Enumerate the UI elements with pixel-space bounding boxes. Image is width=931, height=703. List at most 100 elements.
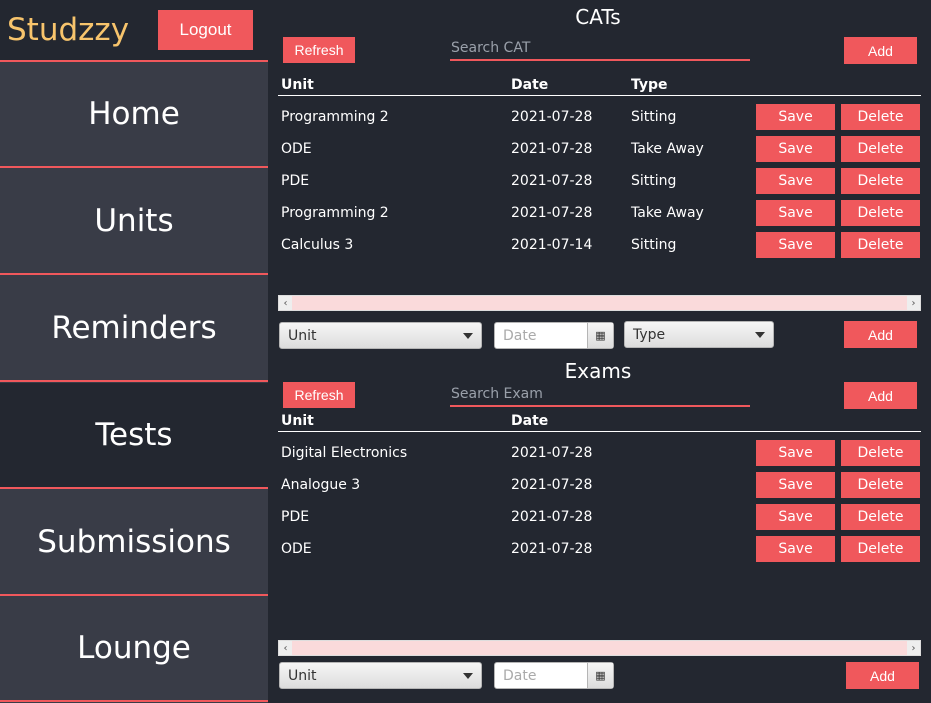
table-row[interactable]: ODE 2021-07-28 Take Away Save Delete <box>278 134 921 166</box>
cell-date: 2021-07-28 <box>511 541 593 557</box>
cell-type: Take Away <box>631 141 704 157</box>
cell-date: 2021-07-14 <box>511 237 593 253</box>
exams-horizontal-scrollbar[interactable]: ‹ › <box>278 640 921 656</box>
sidebar: Studzzy Logout Home Units Reminders Test… <box>0 0 268 703</box>
save-button[interactable]: Save <box>756 472 835 498</box>
table-row[interactable]: Programming 2 2021-07-28 Sitting Save De… <box>278 102 921 134</box>
delete-button[interactable]: Delete <box>841 232 920 258</box>
logout-button[interactable]: Logout <box>158 10 253 50</box>
exams-add-button[interactable]: Add <box>844 382 917 409</box>
cats-table: Unit Date Type Programming 2 2021-07-28 … <box>278 75 921 262</box>
save-button[interactable]: Save <box>756 104 835 130</box>
cell-type: Sitting <box>631 173 677 189</box>
exams-table-header: Unit Date <box>278 411 921 432</box>
save-button[interactable]: Save <box>756 232 835 258</box>
table-row[interactable]: Programming 2 2021-07-28 Take Away Save … <box>278 198 921 230</box>
cats-date-field[interactable]: Date ▦ <box>494 322 614 349</box>
cats-unit-select-value: Unit <box>288 327 317 344</box>
save-button[interactable]: Save <box>756 200 835 226</box>
cell-date: 2021-07-28 <box>511 205 593 221</box>
cats-refresh-button[interactable]: Refresh <box>283 37 355 63</box>
exams-unit-select[interactable]: Unit <box>279 662 482 689</box>
cats-type-select-value: Type <box>633 326 666 343</box>
cell-date: 2021-07-28 <box>511 445 593 461</box>
scroll-left-icon[interactable]: ‹ <box>279 641 292 655</box>
cell-unit: PDE <box>281 509 310 525</box>
sidebar-item-home[interactable]: Home <box>0 62 268 168</box>
cell-date: 2021-07-28 <box>511 477 593 493</box>
save-button[interactable]: Save <box>756 504 835 530</box>
table-row[interactable]: Analogue 3 2021-07-28 Save Delete <box>278 470 921 502</box>
cats-unit-select[interactable]: Unit <box>279 322 482 349</box>
calendar-icon[interactable]: ▦ <box>587 323 613 348</box>
delete-button[interactable]: Delete <box>841 104 920 130</box>
column-header-date[interactable]: Date <box>511 413 548 429</box>
cell-date: 2021-07-28 <box>511 509 593 525</box>
column-header-date[interactable]: Date <box>511 77 548 93</box>
exams-search-input[interactable]: Search Exam <box>450 383 750 407</box>
chevron-down-icon <box>755 332 765 338</box>
table-row[interactable]: PDE 2021-07-28 Sitting Save Delete <box>278 166 921 198</box>
cats-add-button[interactable]: Add <box>844 37 917 64</box>
cell-date: 2021-07-28 <box>511 141 593 157</box>
sidebar-item-reminders[interactable]: Reminders <box>0 276 268 382</box>
cats-form-add-button[interactable]: Add <box>844 321 917 348</box>
table-row[interactable]: Calculus 3 2021-07-14 Sitting Save Delet… <box>278 230 921 262</box>
delete-button[interactable]: Delete <box>841 504 920 530</box>
exams-table: Unit Date Digital Electronics 2021-07-28… <box>278 411 921 566</box>
scroll-left-icon[interactable]: ‹ <box>279 296 292 310</box>
exams-date-field[interactable]: Date ▦ <box>494 662 614 689</box>
chevron-down-icon <box>463 673 473 679</box>
calendar-icon[interactable]: ▦ <box>587 663 613 688</box>
cats-title: CATs <box>575 5 621 29</box>
delete-button[interactable]: Delete <box>841 440 920 466</box>
cats-horizontal-scrollbar[interactable]: ‹ › <box>278 295 921 311</box>
save-button[interactable]: Save <box>756 536 835 562</box>
save-button[interactable]: Save <box>756 136 835 162</box>
sidebar-item-units[interactable]: Units <box>0 169 268 275</box>
cell-unit: Programming 2 <box>281 109 389 125</box>
cell-date: 2021-07-28 <box>511 173 593 189</box>
app-window: Studzzy Logout Home Units Reminders Test… <box>0 0 931 703</box>
column-header-unit[interactable]: Unit <box>281 413 314 429</box>
cell-unit: Calculus 3 <box>281 237 354 253</box>
app-logo: Studzzy <box>7 12 130 48</box>
sidebar-header: Studzzy Logout <box>0 0 268 62</box>
exams-form-add-button[interactable]: Add <box>846 662 919 689</box>
cell-unit: Programming 2 <box>281 205 389 221</box>
cell-type: Sitting <box>631 237 677 253</box>
sidebar-item-tests[interactable]: Tests <box>0 383 268 489</box>
exams-title: Exams <box>564 359 632 383</box>
cats-table-header: Unit Date Type <box>278 75 921 96</box>
delete-button[interactable]: Delete <box>841 472 920 498</box>
cats-type-select[interactable]: Type <box>624 321 774 348</box>
column-header-unit[interactable]: Unit <box>281 77 314 93</box>
cats-search-input[interactable]: Search CAT <box>450 37 750 61</box>
cats-date-placeholder: Date <box>503 327 537 344</box>
cell-type: Take Away <box>631 205 704 221</box>
cell-unit: PDE <box>281 173 310 189</box>
delete-button[interactable]: Delete <box>841 168 920 194</box>
delete-button[interactable]: Delete <box>841 136 920 162</box>
exams-date-placeholder: Date <box>503 667 537 684</box>
save-button[interactable]: Save <box>756 168 835 194</box>
cell-unit: Analogue 3 <box>281 477 361 493</box>
exams-unit-select-value: Unit <box>288 667 317 684</box>
cell-unit: Digital Electronics <box>281 445 408 461</box>
delete-button[interactable]: Delete <box>841 200 920 226</box>
scroll-right-icon[interactable]: › <box>907 641 920 655</box>
exams-refresh-button[interactable]: Refresh <box>283 382 355 408</box>
sidebar-item-submissions[interactable]: Submissions <box>0 490 268 596</box>
table-row[interactable]: Digital Electronics 2021-07-28 Save Dele… <box>278 438 921 470</box>
scroll-right-icon[interactable]: › <box>907 296 920 310</box>
cell-unit: ODE <box>281 141 312 157</box>
table-row[interactable]: PDE 2021-07-28 Save Delete <box>278 502 921 534</box>
table-row[interactable]: ODE 2021-07-28 Save Delete <box>278 534 921 566</box>
delete-button[interactable]: Delete <box>841 536 920 562</box>
cell-type: Sitting <box>631 109 677 125</box>
save-button[interactable]: Save <box>756 440 835 466</box>
column-header-type[interactable]: Type <box>631 77 668 93</box>
cell-date: 2021-07-28 <box>511 109 593 125</box>
sidebar-item-lounge[interactable]: Lounge <box>0 596 268 702</box>
chevron-down-icon <box>463 333 473 339</box>
